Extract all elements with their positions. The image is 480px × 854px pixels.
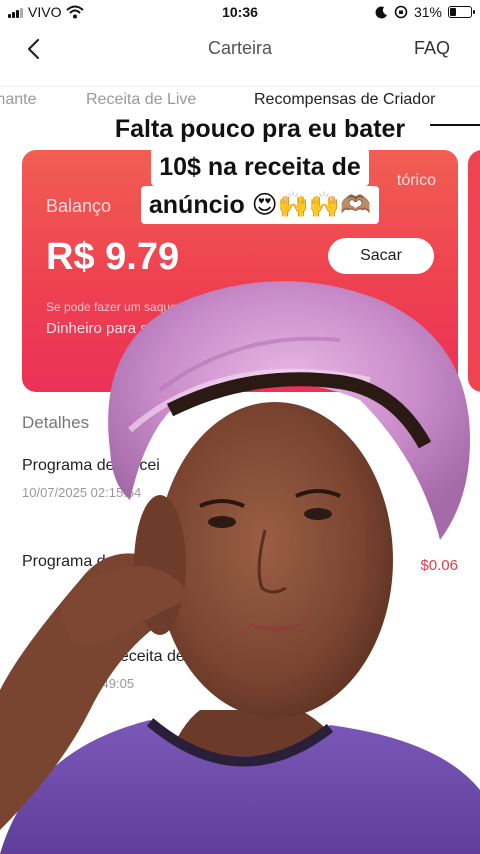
face-shape [157,402,393,718]
faq-link[interactable]: FAQ [414,38,450,59]
status-right: 31% [375,4,475,20]
battery-percent: 31% [413,4,442,20]
orientation-lock-icon [394,5,408,19]
tab-saldo[interactable]: mante [0,91,36,109]
selfie-overlay [0,281,480,854]
battery-fill [450,8,457,16]
video-caption: Falta pouco pra eu bater 10$ na receita … [100,110,420,224]
withdraw-button[interactable]: Sacar [328,238,434,274]
battery-icon [448,6,475,18]
status-bar: VIVO 10:36 31% [0,0,480,26]
moon-icon [375,5,387,18]
nav-header: Carteira FAQ [0,28,480,72]
caption-line-3: anúncio 😍🙌🙌🫶🏽 [140,186,380,224]
caption-divider [430,124,480,126]
caption-line-2: 10$ na receita de [151,148,369,186]
tab-creator-rewards[interactable]: Recompensas de Criador [254,91,435,109]
caption-line-1: Falta pouco pra eu bater [106,110,414,148]
page-title: Carteira [207,38,273,58]
tab-live-revenue[interactable]: Receita de Live [86,91,196,109]
